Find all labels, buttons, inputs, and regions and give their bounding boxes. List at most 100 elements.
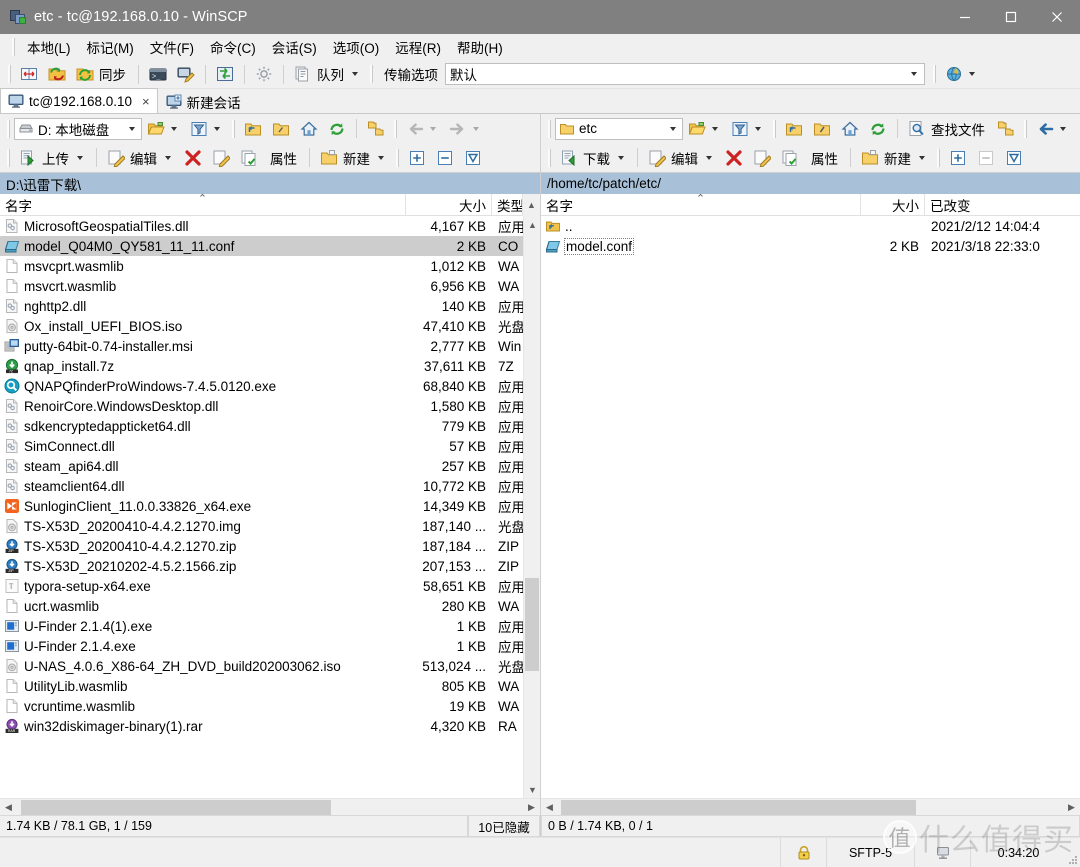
local-history-grip[interactable] xyxy=(394,119,397,138)
table-row[interactable]: model_Q04M0_QY581_11_11.conf 2 KB CO xyxy=(0,236,540,256)
table-row[interactable]: Ttypora-setup-x64.exe 58,651 KB 应用 xyxy=(0,576,540,596)
menu-item-options[interactable]: 选项(O) xyxy=(325,34,388,61)
file-name-cell[interactable]: QNAPQfinderProWindows-7.4.5.0120.exe xyxy=(0,378,406,394)
remote-new-dropdown-icon[interactable] xyxy=(919,155,925,160)
file-name-cell[interactable]: ZIP TS-X53D_20200410-4.4.2.1270.zip xyxy=(0,538,406,554)
local-new-dropdown-icon[interactable] xyxy=(378,155,384,160)
local-vscroll-thumb[interactable] xyxy=(525,578,539,672)
file-name-cell[interactable]: msvcprt.wasmlib xyxy=(0,258,406,274)
local-open-directory-button[interactable] xyxy=(142,117,185,141)
remote-path-bar[interactable]: /home/tc/patch/etc/ xyxy=(541,172,1080,194)
toolbar-grip[interactable] xyxy=(8,65,11,83)
file-name-cell[interactable]: putty-64bit-0.74-installer.msi xyxy=(0,338,406,354)
local-properties-button[interactable]: 属性 xyxy=(263,146,304,170)
local-drive-grip[interactable] xyxy=(7,119,10,138)
close-button[interactable] xyxy=(1034,0,1080,34)
table-row[interactable]: RAR win32diskimager-binary(1).rar 4,320 KB… xyxy=(0,716,540,736)
local-edit-button[interactable]: 编辑 xyxy=(102,146,179,170)
local-scroll-down-button[interactable]: ▼ xyxy=(524,781,540,798)
local-duplicate-button[interactable] xyxy=(235,146,263,170)
session-color-button[interactable] xyxy=(940,62,983,86)
remote-hscroll-track[interactable] xyxy=(558,799,1063,816)
file-name-cell[interactable]: Ox_install_UEFI_BIOS.iso xyxy=(0,318,406,334)
menu-item-remote[interactable]: 远程(R) xyxy=(387,34,449,61)
table-row[interactable]: U-NAS_4.0.6_X86-64_ZH_DVD_build202003062… xyxy=(0,656,540,676)
file-name-cell[interactable]: U-Finder 2.1.4(1).exe xyxy=(0,618,406,634)
local-open-dropdown-icon[interactable] xyxy=(171,126,177,131)
file-name-cell[interactable]: steamclient64.dll xyxy=(0,478,406,494)
session-tab-active[interactable]: tc@192.168.0.10 × xyxy=(0,88,158,113)
file-name-cell[interactable]: steam_api64.dll xyxy=(0,458,406,474)
local-filter-button[interactable] xyxy=(185,117,228,141)
table-row[interactable]: nghttp2.dll 140 KB 应用 xyxy=(0,296,540,316)
table-row[interactable]: vcruntime.wasmlib 19 KB WA xyxy=(0,696,540,716)
local-deselect-button[interactable] xyxy=(431,146,459,170)
remote-open-dropdown-icon[interactable] xyxy=(712,126,718,131)
local-home-dir-button[interactable] xyxy=(295,117,323,141)
queue-button[interactable]: 队列 xyxy=(289,62,366,86)
local-scroll-left-button[interactable]: ◀ xyxy=(0,799,17,816)
remote-column-header-size[interactable]: 大小 xyxy=(861,194,925,216)
remote-horizontal-scrollbar[interactable]: ◀ ▶ xyxy=(541,798,1080,815)
open-terminal-button[interactable]: >_ xyxy=(144,62,172,86)
remote-hscroll-thumb[interactable] xyxy=(561,799,916,815)
remote-back-button[interactable] xyxy=(1031,117,1074,141)
table-row[interactable]: U-Finder 2.1.4(1).exe 1 KB 应用 xyxy=(0,616,540,636)
table-row[interactable]: ucrt.wasmlib 280 KB WA xyxy=(0,596,540,616)
table-row[interactable]: steamclient64.dll 10,772 KB 应用 xyxy=(0,476,540,496)
table-row[interactable]: 7Z qnap_install.7z 37,611 KB 7Z xyxy=(0,356,540,376)
table-row[interactable]: MicrosoftGeospatialTiles.dll 4,167 KB 应用 xyxy=(0,216,540,236)
open-putty-button[interactable] xyxy=(172,62,200,86)
local-scroll-right-button[interactable]: ▶ xyxy=(523,799,540,816)
remote-new-button[interactable]: 新建 xyxy=(856,146,933,170)
remote-properties-button[interactable]: 属性 xyxy=(804,146,845,170)
menu-item-files[interactable]: 文件(F) xyxy=(142,34,202,61)
file-name-cell[interactable]: U-Finder 2.1.4.exe xyxy=(0,638,406,654)
remote-root-dir-button[interactable] xyxy=(808,117,836,141)
file-name-cell[interactable]: SimConnect.dll xyxy=(0,438,406,454)
local-column-header-name[interactable]: 名字 ⌃ xyxy=(0,194,406,216)
table-row[interactable]: msvcrt.wasmlib 6,956 KB WA xyxy=(0,276,540,296)
remote-edit-button[interactable]: 编辑 xyxy=(643,146,720,170)
file-name-cell[interactable]: ZIP TS-X53D_20210202-4.5.2.1566.zip xyxy=(0,558,406,574)
remote-filter-button[interactable] xyxy=(726,117,769,141)
local-nav-grip[interactable] xyxy=(232,119,235,138)
local-vscroll-track[interactable] xyxy=(524,233,540,781)
session-tab-close-icon[interactable]: × xyxy=(142,94,150,109)
remote-forward-button[interactable] xyxy=(1074,117,1080,141)
file-name-cell[interactable]: ucrt.wasmlib xyxy=(0,598,406,614)
minimize-button[interactable] xyxy=(942,0,988,34)
menu-item-mark[interactable]: 标记(M) xyxy=(79,34,142,61)
file-name-cell[interactable]: model_Q04M0_QY581_11_11.conf xyxy=(0,238,406,254)
remote-back-dropdown-icon[interactable] xyxy=(1060,126,1066,131)
local-parent-dir-button[interactable] xyxy=(239,117,267,141)
synchronize-browsing-button[interactable] xyxy=(43,62,71,86)
table-row[interactable]: UtilityLib.wasmlib 805 KB WA xyxy=(0,676,540,696)
table-row[interactable]: msvcprt.wasmlib 1,012 KB WA xyxy=(0,256,540,276)
transfer-settings-dropdown-icon[interactable] xyxy=(911,72,917,76)
file-name-cell[interactable]: UtilityLib.wasmlib xyxy=(0,678,406,694)
download-button[interactable]: 下载 xyxy=(555,146,632,170)
new-session-tab[interactable]: 新建会话 xyxy=(158,89,249,113)
file-name-cell[interactable]: vcruntime.wasmlib xyxy=(0,698,406,714)
remote-rename-button[interactable] xyxy=(748,146,776,170)
remote-actions-grip[interactable] xyxy=(548,148,551,167)
local-refresh-button[interactable] xyxy=(323,117,351,141)
menu-grip[interactable] xyxy=(12,38,15,56)
local-vertical-scrollbar[interactable]: ▲ ▼ xyxy=(523,216,540,798)
remote-tree-toggle-button[interactable] xyxy=(992,117,1020,141)
local-horizontal-scrollbar[interactable]: ◀ ▶ xyxy=(0,798,540,815)
remote-invert-selection-button[interactable] xyxy=(1000,146,1028,170)
file-name-cell[interactable]: MicrosoftGeospatialTiles.dll xyxy=(0,218,406,234)
local-filter-dropdown-icon[interactable] xyxy=(214,126,220,131)
table-row[interactable]: QNAPQfinderProWindows-7.4.5.0120.exe 68,8… xyxy=(0,376,540,396)
local-tree-toggle-button[interactable] xyxy=(362,117,390,141)
find-files-toolbar-button[interactable] xyxy=(211,62,239,86)
local-column-header-type[interactable]: 类型 xyxy=(492,194,523,216)
remote-refresh-button[interactable] xyxy=(864,117,892,141)
table-row[interactable]: model.conf 2 KB 2021/3/18 22:33:0 xyxy=(541,236,1080,256)
local-drive-dropdown-icon[interactable] xyxy=(129,126,135,131)
local-rename-button[interactable] xyxy=(207,146,235,170)
remote-open-directory-button[interactable] xyxy=(683,117,726,141)
remote-deselect-button[interactable] xyxy=(972,146,1000,170)
